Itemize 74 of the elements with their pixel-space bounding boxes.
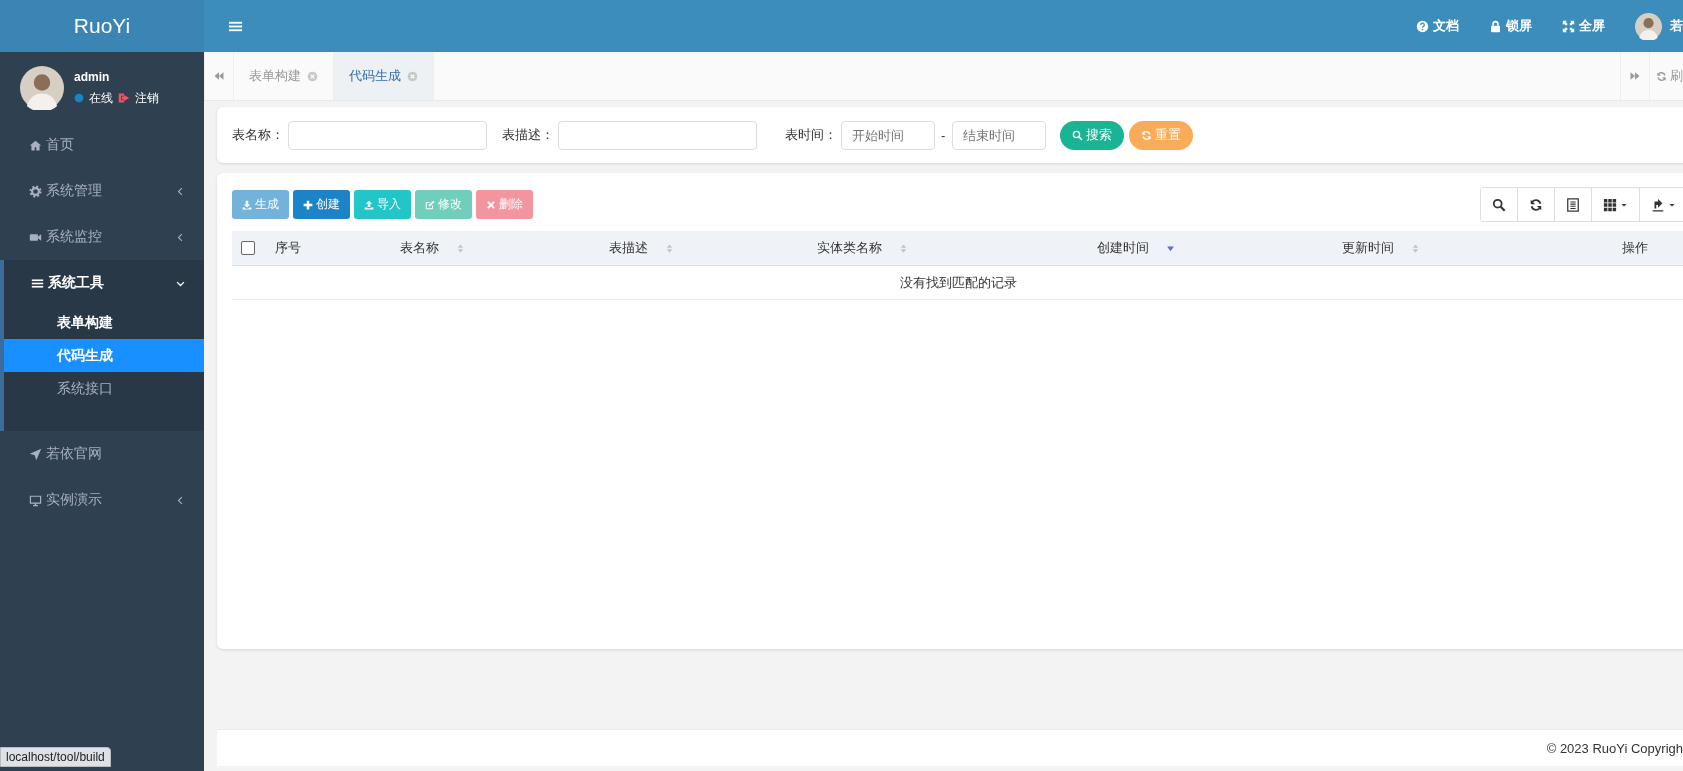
status-url: localhost/tool/build [0,747,111,767]
search-button[interactable] [1481,188,1518,221]
header-link[interactable]: 锁屏 [1489,17,1532,35]
grid-icon [1603,197,1617,212]
lock-icon [1489,19,1502,33]
menu-item[interactable]: 首页 [0,122,204,168]
home-icon [29,138,42,152]
close-icon [407,70,418,82]
list-icon [1566,197,1580,212]
avatar-icon [1635,12,1662,40]
user-name: admin [74,69,111,84]
logout-link[interactable]: 注销 [135,89,159,107]
edit-icon [425,199,435,210]
input-field[interactable] [558,120,757,150]
checkbox[interactable] [240,241,255,255]
date-field[interactable]: 开始时间 [841,120,935,150]
close-icon [486,199,496,210]
avatar-icon [20,66,64,110]
field-label: 表名称： [232,126,284,144]
menu-item[interactable]: 若依官网 [0,431,204,477]
refresh-tab[interactable]: 刷 [1650,52,1683,100]
status-dot-icon [74,93,84,103]
upload-icon [364,199,374,210]
column-header: 操作 [1621,239,1649,257]
header-link[interactable]: 文档 [1416,17,1459,35]
sort-icon [664,242,675,254]
double-arrow-left-icon [213,70,225,82]
input-field[interactable] [288,120,487,150]
column-header[interactable]: 表名称 [388,239,597,257]
field-label: 表描述： [502,126,554,144]
fullscreen-icon [1562,19,1575,33]
sort-icon [1410,242,1421,254]
menu-item[interactable]: 系统工具 [4,260,204,306]
column-header[interactable]: 创建时间 [1085,239,1330,257]
help-icon [1416,19,1429,33]
search-icon [1072,129,1084,141]
export-icon [1651,197,1665,212]
refresh-icon [1141,129,1153,141]
column-header: 序号 [274,239,302,257]
sort-icon [898,242,909,254]
copyright-text: © 2023 RuoYi Copyrigh [1546,740,1683,756]
search-icon [1492,197,1506,212]
submenu-item[interactable]: 代码生成 [4,339,204,372]
sort-icon [455,242,466,254]
field-label: 表时间： [785,126,837,144]
search-button[interactable]: 搜索 [1060,120,1125,150]
plus-icon [303,199,313,210]
submenu-item[interactable]: 系统接口 [4,372,204,405]
column-header[interactable]: 表描述 [597,239,805,257]
header-link[interactable]: 全屏 [1562,17,1605,35]
close-icon [307,70,318,82]
menu-item[interactable]: 系统监控 [0,214,204,260]
gear-icon [29,184,42,198]
user-name: 若 [1670,17,1683,35]
date-field[interactable]: 结束时间 [952,120,1047,150]
column-header[interactable]: 更新时间 [1330,239,1610,257]
paper-plane-icon [29,447,42,461]
menu-item[interactable]: 系统管理 [0,168,204,214]
refresh-icon [1656,70,1667,82]
submenu-item[interactable]: 表单构建 [4,306,204,339]
create-button[interactable]: 创建 [293,190,350,219]
menu-item[interactable]: 实例演示 [0,477,204,523]
tab[interactable]: 代码生成 [334,52,434,100]
logout-icon [118,92,130,104]
double-arrow-right-icon [1629,70,1641,82]
status-text: 在线 [89,89,113,107]
range-separator: - [941,127,946,143]
logo[interactable]: RuoYi [0,0,204,52]
column-header[interactable]: 实体类名称 [805,239,1085,257]
refresh-icon [1529,197,1543,212]
empty-message: 没有找到匹配的记录 [900,273,1017,292]
monitor-icon [29,493,42,507]
download-icon [242,199,252,210]
menu-icon [31,276,44,290]
